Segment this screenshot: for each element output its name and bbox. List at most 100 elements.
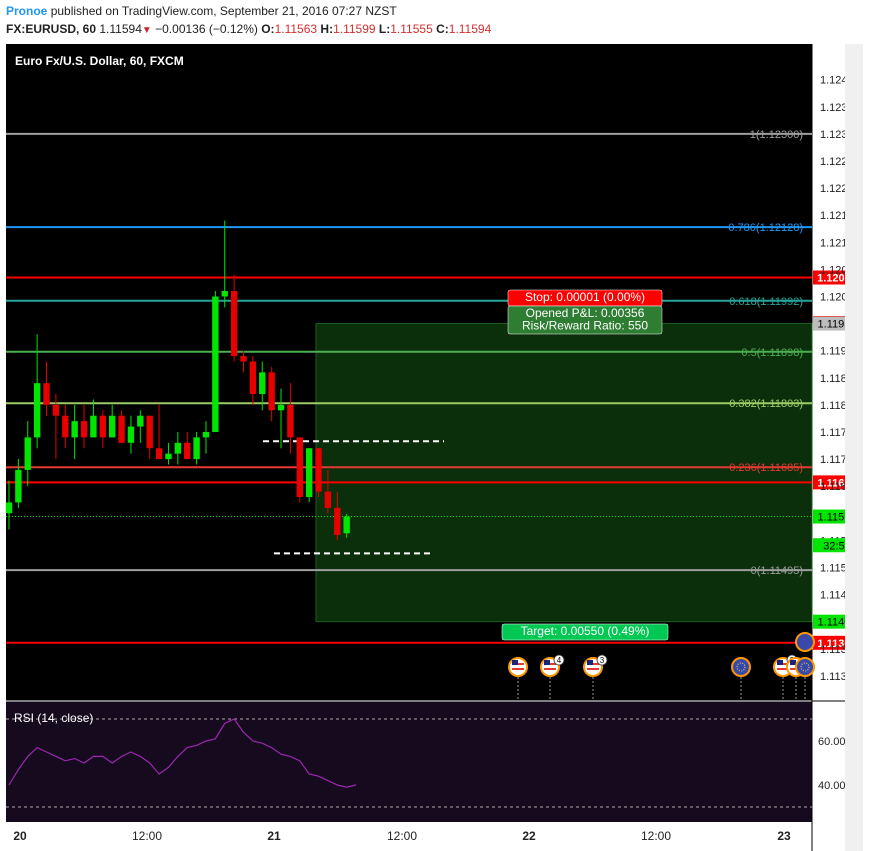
price-tick-label: 1.11700 — [820, 454, 845, 466]
price-tick-label: 1.11800 — [820, 400, 845, 412]
price-tick-label: 1.12350 — [820, 102, 845, 114]
price-tick-label: 1.12250 — [820, 156, 845, 168]
candle-body — [212, 296, 219, 432]
flag-stripe — [512, 668, 524, 670]
candle-body — [43, 383, 50, 405]
flag-canton — [544, 660, 550, 665]
candle-body — [155, 448, 163, 460]
price-tick-label: 1.11350 — [820, 644, 845, 656]
candle-body — [52, 404, 60, 416]
price-tick-label: 1.12100 — [820, 237, 845, 249]
rsi-tick-label: 60.0000 — [818, 736, 845, 748]
rsi-title: RSI (14, close) — [14, 711, 93, 725]
low-value: 1.11555 — [390, 22, 433, 36]
open-value: 1.11563 — [274, 22, 318, 36]
price-tick-label: 1.12200 — [820, 183, 845, 195]
chart-title: Euro Fx/U.S. Dollar, 60, FXCM — [15, 54, 184, 68]
price-tick-label: 1.11900 — [820, 346, 845, 358]
price-tick-label: 1.11450 — [820, 590, 845, 602]
flag-stripe — [544, 668, 556, 670]
symbol-label: FX:EURUSD, 60 — [6, 22, 97, 36]
candle-body — [334, 507, 341, 535]
time-tick-label: 20 — [13, 829, 27, 843]
published-text: published on TradingView.com, September … — [50, 4, 397, 18]
candle-body — [259, 372, 266, 395]
candle-body — [277, 404, 285, 411]
high-value: 1.11599 — [333, 22, 376, 36]
price-tick-label: 1.11650 — [820, 481, 845, 493]
time-tick-label: 12:00 — [387, 829, 417, 843]
candle-body — [71, 421, 78, 438]
price-tag-text: 32:55 — [823, 540, 845, 552]
candle-body — [165, 453, 172, 460]
close-label: C: — [436, 22, 449, 36]
flag-canton — [587, 660, 593, 665]
candle-body — [343, 516, 350, 534]
price-tag-text: 1.11594 — [818, 512, 845, 524]
price-tag-text: 1.11950 — [818, 319, 845, 331]
fib-label: 0.618(1.11992) — [729, 296, 803, 308]
event-badge-count: 4 — [557, 656, 562, 665]
candle-body — [33, 383, 41, 438]
price-chart[interactable]: 1(1.12300) 0.786(1.12128) 0.618(1.11992) 0.… — [0, 44, 845, 851]
price-tick-label: 1.12050 — [820, 264, 845, 276]
candle-body — [62, 415, 69, 438]
stop-label-text: Stop: 0.00001 (0.00%) — [525, 290, 645, 304]
candle-body — [305, 448, 313, 498]
high-label: H: — [320, 22, 334, 36]
fib-label: 1(1.12300) — [750, 129, 803, 141]
time-tick-label: 21 — [267, 829, 281, 843]
price-tick-label: 1.12400 — [820, 75, 845, 87]
candle-body — [146, 415, 153, 449]
chart-header: Pronoe published on TradingView.com, Sep… — [0, 0, 869, 44]
candle-body — [24, 437, 31, 470]
pnl-label-text: Risk/Reward Ratio: 550 — [522, 319, 648, 333]
flag-stripe — [587, 668, 599, 670]
eu-flag-icon — [795, 657, 815, 677]
candle-body — [80, 421, 88, 438]
candle-body — [324, 491, 332, 508]
candle-body — [221, 291, 228, 297]
fib-label: 0.5(1.11898) — [741, 347, 803, 359]
price-tag-text: 1.11400 — [818, 617, 845, 629]
time-tick-label: 12:00 — [641, 829, 671, 843]
event-badge-count: 3 — [600, 656, 605, 665]
candle-body — [193, 437, 200, 460]
down-arrow-icon: ▼ — [141, 25, 152, 36]
candle-body — [99, 415, 106, 438]
candle-body — [15, 469, 22, 503]
fib-label: 0.786(1.12128) — [728, 222, 803, 234]
eu-flag-icon — [795, 632, 815, 652]
scrollbar[interactable] — [845, 44, 863, 851]
fib-label: 0.236(1.11685) — [729, 462, 803, 474]
rsi-tick-label: 40.0000 — [818, 780, 845, 792]
rsi-pane — [6, 702, 812, 822]
flag-canton — [777, 660, 783, 665]
open-label: O: — [261, 22, 275, 36]
publish-line: Pronoe published on TradingView.com, Sep… — [6, 4, 397, 18]
candle-body — [5, 502, 13, 514]
candle-body — [90, 415, 97, 438]
price-tick-label: 1.11300 — [820, 671, 845, 683]
candle-body — [202, 431, 210, 438]
last-price: 1.11594 — [99, 22, 142, 36]
candle-body — [315, 448, 322, 492]
candle-body — [296, 437, 303, 498]
close-value: 1.11594 — [448, 22, 492, 36]
time-tick-label: 23 — [777, 829, 791, 843]
candle-body — [127, 426, 135, 443]
candle-body — [108, 415, 116, 438]
candle-body — [184, 442, 191, 460]
price-tick-label: 1.11750 — [820, 427, 845, 439]
candle-body — [230, 291, 238, 357]
candle-body — [240, 356, 247, 362]
time-tick-label: 22 — [522, 829, 536, 843]
candle-body — [249, 361, 257, 395]
time-tick-label: 12:00 — [132, 829, 162, 843]
fib-label: 0(1.11495) — [751, 565, 803, 577]
price-tick-label: 1.11500 — [820, 562, 845, 574]
price-tick-label: 1.12150 — [820, 210, 845, 222]
candle-body — [174, 442, 182, 454]
publisher-name[interactable]: Pronoe — [6, 4, 47, 18]
low-label: L: — [378, 22, 391, 36]
